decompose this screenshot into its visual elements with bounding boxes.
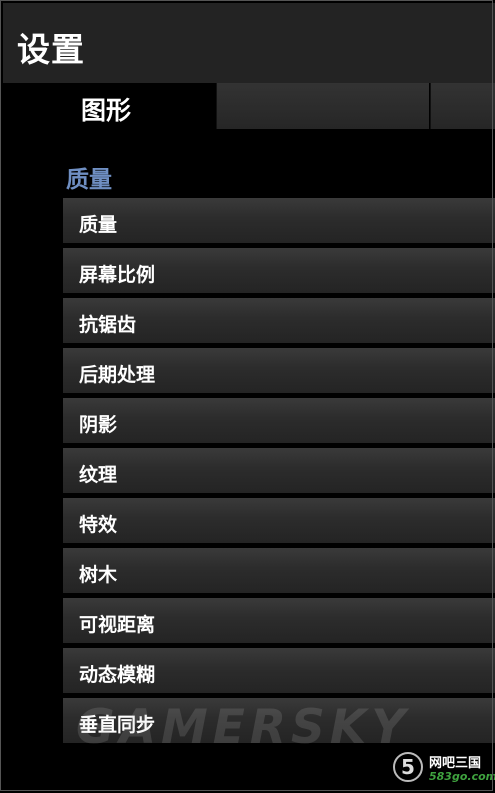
- tab-3[interactable]: [430, 83, 495, 129]
- setting-label: 后期处理: [79, 364, 156, 386]
- logo-url: 583go.com: [429, 770, 495, 783]
- setting-row-motion-blur[interactable]: 动态模糊: [63, 648, 495, 694]
- setting-row-trees[interactable]: 树木: [63, 548, 495, 594]
- logo-mark-icon: 5: [393, 752, 423, 782]
- setting-row-effects[interactable]: 特效: [63, 498, 495, 544]
- setting-row-shadows[interactable]: 阴影: [63, 398, 495, 444]
- site-logo: 5 网吧三国 583go.com: [393, 750, 495, 788]
- setting-label: 抗锯齿: [79, 314, 137, 336]
- setting-label: 可视距离: [79, 614, 156, 636]
- setting-row-textures[interactable]: 纹理: [63, 448, 495, 494]
- setting-row-quality[interactable]: 质量: [63, 198, 495, 244]
- setting-label: 纹理: [79, 464, 118, 486]
- setting-row-post-processing[interactable]: 后期处理: [63, 348, 495, 394]
- setting-label: 阴影: [79, 414, 118, 436]
- setting-row-view-distance[interactable]: 可视距离: [63, 598, 495, 644]
- setting-label: 屏幕比例: [79, 264, 156, 286]
- app-header: 设置: [3, 3, 495, 83]
- setting-label: 树木: [79, 564, 118, 586]
- setting-row-screen-ratio[interactable]: 屏幕比例: [63, 248, 495, 294]
- page-title: 设置: [17, 30, 85, 69]
- section-title: 质量: [66, 167, 112, 193]
- setting-label: 动态模糊: [79, 664, 156, 686]
- tab-graphics-label: 图形: [81, 96, 132, 125]
- logo-name: 网吧三国: [429, 756, 482, 771]
- tab-graphics[interactable]: 图形: [3, 83, 216, 129]
- tab-2[interactable]: [216, 83, 429, 129]
- setting-label: 特效: [79, 514, 118, 536]
- setting-label: 质量: [79, 214, 118, 236]
- watermark: GAMERSKY: [76, 700, 411, 755]
- tab-bar: 图形: [3, 83, 495, 129]
- setting-row-antialiasing[interactable]: 抗锯齿: [63, 298, 495, 344]
